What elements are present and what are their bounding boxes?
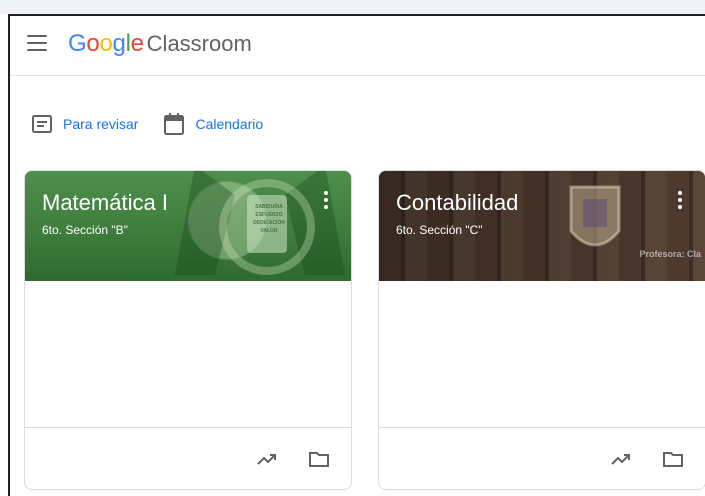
class-card-banner: Contabilidad 6to. Sección "C" Profesora:…	[379, 171, 705, 281]
trending-icon[interactable]	[609, 447, 633, 471]
brand-classroom-text: Classroom	[146, 31, 252, 56]
trending-icon[interactable]	[255, 447, 279, 471]
browser-top-strip	[0, 0, 705, 14]
folder-icon[interactable]	[661, 447, 685, 471]
class-card-title[interactable]: Contabilidad	[396, 190, 518, 216]
main-menu-icon[interactable]	[27, 35, 47, 51]
class-card-section: 6to. Sección "B"	[42, 223, 128, 237]
app-bar: Google Classroom	[10, 16, 705, 76]
class-card-actions	[25, 427, 351, 489]
calendar-icon	[164, 113, 185, 135]
brand-logo[interactable]: Google Classroom	[68, 30, 252, 60]
class-card-actions	[379, 427, 705, 489]
banner-watermark: Profesora: Cla	[639, 249, 701, 259]
calendar-label: Calendario	[195, 116, 264, 132]
classroom-window: Google Classroom Para revisar Calendario…	[8, 14, 705, 496]
school-emblem-image	[569, 185, 621, 247]
to-review-icon	[32, 115, 52, 133]
emblem-words: SABIDURIA ESFUERZO DEDICACIÓN VALOR	[253, 204, 285, 234]
to-review-link[interactable]: Para revisar	[32, 115, 138, 133]
class-card-banner: SABIDURIA ESFUERZO DEDICACIÓN VALOR Mate…	[25, 171, 351, 281]
class-card[interactable]: SABIDURIA ESFUERZO DEDICACIÓN VALOR Mate…	[24, 170, 352, 490]
screen: Google Classroom Para revisar Calendario…	[0, 0, 705, 496]
brand-google-wordmark: Google	[68, 30, 144, 57]
class-card[interactable]: Contabilidad 6to. Sección "C" Profesora:…	[378, 170, 705, 490]
quicklinks-bar: Para revisar Calendario	[32, 112, 289, 136]
folder-icon[interactable]	[307, 447, 331, 471]
calendar-link[interactable]: Calendario	[164, 113, 263, 135]
to-review-label: Para revisar	[63, 116, 139, 132]
more-options-icon[interactable]	[317, 189, 335, 211]
class-card-title[interactable]: Matemática I	[42, 190, 168, 216]
more-options-icon[interactable]	[671, 189, 689, 211]
class-card-section: 6to. Sección "C"	[396, 223, 483, 237]
